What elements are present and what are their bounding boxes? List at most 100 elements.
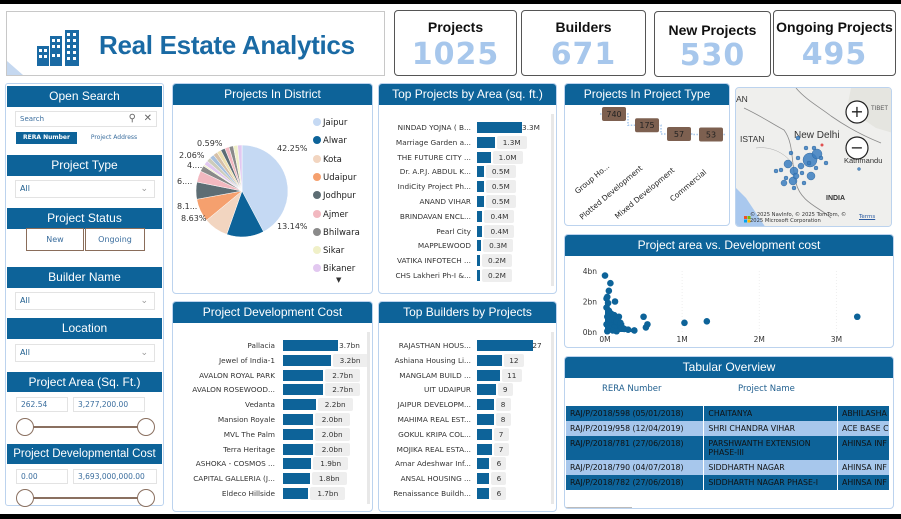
bar-row[interactable]: AVALON ROYAL PARK 2.7bn [173,368,372,384]
bar[interactable] [477,473,490,485]
bar-row[interactable]: NINDAD YOJNA ( B... 3.3M [379,121,556,136]
scatter-point[interactable] [613,327,620,335]
bar[interactable] [283,399,316,411]
legend-item[interactable]: Sikar [313,245,344,257]
legend-item[interactable]: Kota [313,154,342,166]
bar-row[interactable]: AVALON ROSEWOOD... 2.7bn [173,383,372,398]
bar-row[interactable]: MANGLAM BUILD ... 11 [379,368,556,384]
bar[interactable] [477,151,491,163]
map-bubble[interactable] [788,150,794,156]
bar-row[interactable]: Pallacia 3.7bn [173,339,372,354]
bar[interactable] [477,240,482,252]
map-bubble[interactable] [773,168,779,174]
builder-name-dropdown[interactable]: All ⌄ [15,292,155,310]
table-row[interactable]: RAJ/P/2018/790 (04/07/2018) SIDDHARTH NAG… [566,460,890,475]
bar-row[interactable]: MAHIMA REAL EST... 8 [379,413,556,428]
bar[interactable] [477,399,494,411]
bar[interactable] [283,369,324,381]
project-type-dropdown[interactable]: All ⌄ [15,180,155,198]
scrollbar[interactable] [367,332,370,504]
plus-icon[interactable]: + [850,102,863,121]
bar[interactable] [283,414,313,425]
map-bubble[interactable] [857,167,861,171]
cost-max-input[interactable]: 3,693,000,000.00 [73,469,157,484]
bar[interactable] [477,181,484,193]
scatter-point[interactable] [642,324,650,331]
map-bubble[interactable] [791,185,797,191]
bar[interactable] [477,428,492,440]
minus-icon[interactable]: − [850,138,863,157]
bar[interactable] [477,354,502,366]
bar[interactable] [477,340,533,351]
bar[interactable] [477,136,495,148]
map-bubble[interactable] [795,155,801,161]
bar[interactable] [283,488,309,499]
scatter-point[interactable] [604,327,611,335]
bar[interactable] [283,473,310,485]
map-canvas[interactable]: AN TIBET ISTAN New Delhi INDIA Kathmandu… [736,88,892,227]
scrollbar[interactable] [551,332,554,504]
location-dropdown[interactable]: All ⌄ [15,344,155,362]
bar-row[interactable]: ASHOKA - COSMOS ... 1.9bn [173,457,372,472]
area-slider-max-handle[interactable] [137,418,155,436]
map-bubble[interactable] [783,175,789,181]
bar[interactable] [283,458,312,470]
scatter-point[interactable] [601,272,609,279]
scrollbar[interactable] [551,114,554,286]
area-slider-track[interactable] [26,426,144,428]
bar[interactable] [477,196,484,207]
bar[interactable] [477,458,490,470]
map-bubble[interactable] [803,145,809,151]
area-slider-min-handle[interactable] [16,418,34,436]
caret-down-icon[interactable]: ▼ [336,276,341,284]
bar-row[interactable]: CAPITAL GALLERIA (J... 1.8bn [173,472,372,487]
bar-row[interactable]: MAPPLEWOOD 0.3M [379,239,556,254]
bar-row[interactable]: Dr. A.P.J. ABDUL K... 0.5M [379,165,556,180]
bar-row[interactable]: IndiCity Project Ph... 0.5M [379,180,556,195]
search-field-rera-number[interactable]: RERA Number [16,132,77,144]
status-new-button[interactable]: New [26,228,84,251]
legend-item[interactable]: Jodhpur [313,190,356,202]
scatter-point[interactable] [703,318,711,325]
scatter-point[interactable] [624,326,632,334]
bar-row[interactable]: Terra Heritage 2.0bn [173,442,372,458]
map-bubble[interactable] [801,180,807,186]
map-bubble[interactable] [799,170,805,176]
cost-min-input[interactable]: 0.00 [16,469,68,484]
legend-item[interactable]: Bhilwara [313,227,360,239]
kpi-ongoing-projects[interactable]: Ongoing Projects 495 [773,10,896,76]
search-icon[interactable]: ⚲ [129,112,136,126]
map-bubble[interactable] [792,172,800,180]
scatter-point[interactable] [605,287,613,295]
bar-row[interactable]: UIT UDAIPUR 9 [379,383,556,398]
cost-slider-track[interactable] [26,497,144,499]
bar[interactable] [283,384,324,396]
column-header-project-name[interactable]: Project Name [738,384,795,394]
district-map[interactable]: AN TIBET ISTAN New Delhi INDIA Kathmandu… [735,87,892,227]
bar[interactable] [477,488,490,499]
bar[interactable] [477,384,496,396]
bar[interactable] [477,414,494,425]
map-bubble[interactable] [778,167,784,173]
map-terms-link[interactable]: Terms [859,214,875,220]
map-bubble[interactable] [813,165,819,171]
bar[interactable] [477,225,483,237]
table-row[interactable]: RAJ/P/2018/781 (27/06/2018) PARSHWANTH EX… [566,436,890,460]
table-row[interactable]: RAJ/P/2019/958 (12/04/2019) SHRI CHANDRA … [566,421,890,436]
bar-row[interactable]: Jewel of India-1 3.2bn [173,353,372,369]
bar-row[interactable]: Mansion Royale 2.0bn [173,413,372,428]
bar-row[interactable]: RAJASTHAN HOUS... 27 [379,339,556,354]
table-row[interactable]: RAJ/P/2018/782 (27/06/2018) SIDDHARTH NAG… [566,475,890,490]
kpi-new-projects[interactable]: New Projects 530 [654,11,771,77]
kpi-builders[interactable]: Builders 671 [521,10,646,76]
scatter-point[interactable] [681,319,688,327]
bar-row[interactable]: CHS Lakheri Ph-I &... 0.2M [379,269,556,284]
bar-row[interactable]: Renaissance Buildh... 6 [379,487,556,502]
map-bubble[interactable] [806,171,816,181]
bar-row[interactable]: ANSAL HOUSING ... 6 [379,472,556,487]
search-input[interactable]: Search ⚲ ✕ [15,111,157,127]
bar-row[interactable]: Marriage Garden a... 1.3M [379,135,556,151]
scatter-point[interactable] [640,313,647,321]
area-max-input[interactable]: 3,277,200.00 [73,397,145,412]
bar-row[interactable]: JAIPUR DEVELOPM... 8 [379,398,556,413]
